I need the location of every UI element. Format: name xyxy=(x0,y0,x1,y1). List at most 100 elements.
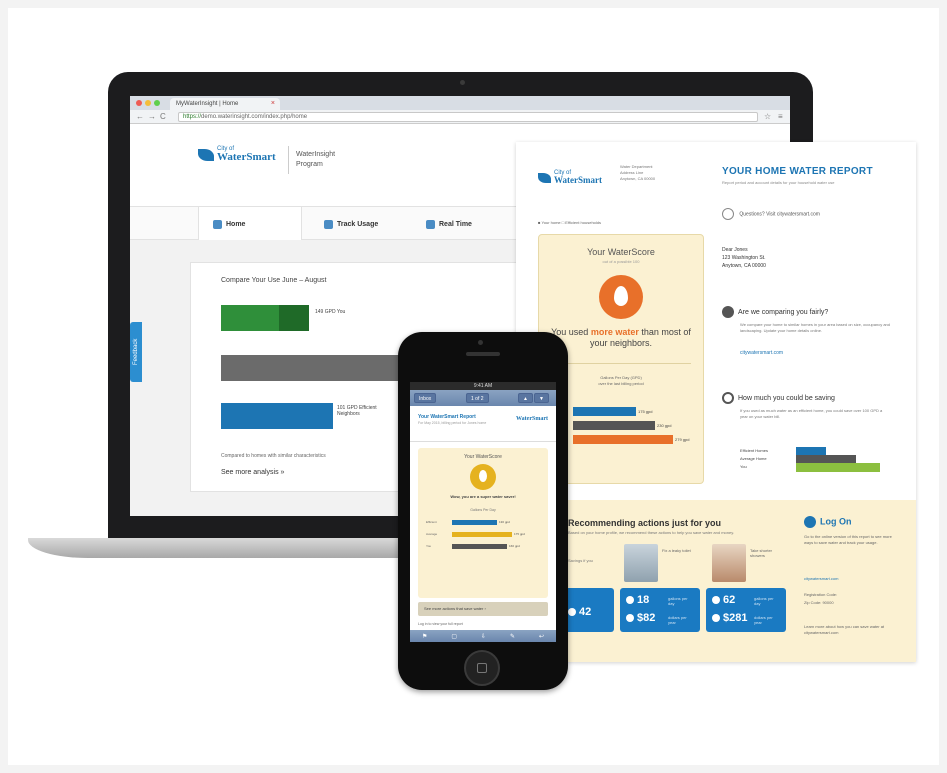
fair-comparison-body: We compare your home to similar homes in… xyxy=(740,322,891,333)
reload-icon[interactable]: C xyxy=(160,112,166,121)
feedback-tab[interactable]: Feedback xyxy=(130,322,142,382)
home-button[interactable] xyxy=(464,650,500,686)
recommendations-subtitle: Based on your home profile, we recommend… xyxy=(568,530,735,535)
see-more-link[interactable]: See more analysis » xyxy=(221,469,284,476)
water-drop-icon xyxy=(614,286,628,306)
registration-code: Zip Code: 90000 xyxy=(804,600,834,605)
waterscore-message-emphasis: more water xyxy=(590,327,639,337)
email-bar-value: 130 gpd xyxy=(499,520,510,524)
email-bar xyxy=(452,532,512,537)
minimize-window-icon[interactable] xyxy=(145,100,151,106)
login-link: citywatersmart.com xyxy=(804,576,839,581)
email-header: Your WaterSmart Report For May 2015, bil… xyxy=(410,406,556,442)
email-bar xyxy=(452,520,497,525)
logo-brand-text: WaterSmart xyxy=(217,151,276,163)
tile-dollars: $281 xyxy=(712,612,747,624)
nav-home[interactable]: Home xyxy=(198,207,302,241)
previous-message-button[interactable]: ▲ xyxy=(518,393,533,403)
water-drop-logo-icon xyxy=(198,148,214,161)
forward-icon[interactable]: → xyxy=(148,112,156,121)
registration-label: Registration Code: xyxy=(804,592,838,597)
url-scheme: https:// xyxy=(183,114,202,120)
savings-bar-label: Average Home xyxy=(740,456,767,461)
email-title: Your WaterSmart Report xyxy=(418,414,476,420)
close-window-icon[interactable] xyxy=(136,100,142,106)
report-title: YOUR HOME WATER REPORT xyxy=(722,166,873,177)
message-counter: 1 of 2 xyxy=(466,393,489,403)
nav-track-usage-label: Track Usage xyxy=(337,220,379,228)
water-drop-logo-icon xyxy=(538,172,551,183)
action-caption: Take shorter showers xyxy=(750,548,773,558)
full-report-link[interactable]: Log in to view your full report xyxy=(418,622,463,626)
water-drop-icon xyxy=(626,596,634,605)
waterscore-subtitle: out of a possible 100 xyxy=(602,259,640,264)
next-message-button[interactable]: ▼ xyxy=(534,393,549,403)
email-bar-label: Average xyxy=(426,532,438,536)
browser-tab[interactable]: MyWaterInsight | Home × xyxy=(170,98,280,110)
email-bar xyxy=(452,544,507,549)
gallons-bar xyxy=(573,407,636,416)
back-icon[interactable]: ← xyxy=(136,112,144,121)
usage-bar-you-label: 149 GPD You xyxy=(315,309,346,315)
savings-body: If you used as much water as an efficien… xyxy=(740,408,883,419)
folder-icon[interactable]: ▢ xyxy=(451,633,457,640)
report-legend: ■ Your home □ Efficient households xyxy=(538,220,602,225)
compared-note: Compared to homes with similar character… xyxy=(221,453,326,459)
divider xyxy=(553,363,691,364)
url-path: /index.php/home xyxy=(262,114,308,120)
bar-chart-icon xyxy=(324,219,333,229)
site-logo[interactable]: City of WaterSmart xyxy=(198,146,276,163)
compose-icon[interactable]: ✎ xyxy=(510,633,515,640)
browser-toolbar: ← → C https://demo.waterinsight.com/inde… xyxy=(130,110,790,124)
real-time-chart-icon xyxy=(426,219,435,229)
maximize-window-icon[interactable] xyxy=(154,100,160,106)
program-name: WaterInsight Program xyxy=(296,151,336,168)
inbox-back-button[interactable]: Inbox xyxy=(414,393,437,403)
customer-address-line: Dear Jones xyxy=(722,247,748,253)
fair-comparison-heading: Are we comparing you fairly? xyxy=(722,306,828,318)
bookmark-star-icon[interactable]: ☆ xyxy=(764,112,771,121)
usage-bar-efficient xyxy=(221,403,333,429)
login-footer: Learn more about how you can save water … xyxy=(804,624,885,635)
archive-icon[interactable]: ⇩ xyxy=(481,633,486,640)
report-subtitle: Report period and account details for yo… xyxy=(722,180,835,185)
close-tab-icon[interactable]: × xyxy=(271,100,275,107)
fair-comparison-title: Are we comparing you fairly? xyxy=(738,308,829,316)
action-caption: Fix a leaky toilet xyxy=(662,548,691,553)
log-on-icon xyxy=(804,516,816,528)
see-more-actions-button[interactable]: See more actions that save water › xyxy=(418,602,548,616)
nav-real-time-label: Real Time xyxy=(439,220,472,228)
browser-menu-icon[interactable]: ≡ xyxy=(778,112,783,121)
savings-tile[interactable]: 18 gallons per day $82 dollars per year xyxy=(620,588,700,632)
recommendations-panel: Recommending actions just for you Based … xyxy=(516,500,916,662)
nav-home-label: Home xyxy=(226,220,246,228)
tile-dollars-caption: dollars per year xyxy=(754,615,773,625)
savings-tile[interactable]: 62 gallons per day $281 dollars per year xyxy=(706,588,786,632)
header-divider xyxy=(288,146,289,174)
globe-icon xyxy=(722,208,734,220)
fair-comparison-link: citywatersmart.com xyxy=(740,350,784,356)
flag-icon[interactable]: ⚑ xyxy=(422,633,427,640)
home-icon xyxy=(213,219,222,229)
savings-tile[interactable]: 42 xyxy=(562,588,614,632)
water-drop-icon xyxy=(479,470,487,482)
gallons-bar xyxy=(573,421,655,430)
gallons-bar-value: 279 gpd xyxy=(675,437,690,442)
nav-track-usage[interactable]: Track Usage xyxy=(310,207,392,241)
report-contact-label: Questions? Visit xyxy=(739,211,776,218)
savings-bar-you xyxy=(796,463,880,472)
usage-bar-you-detail xyxy=(279,305,309,331)
nav-real-time[interactable]: Real Time xyxy=(412,207,486,241)
water-drop-icon xyxy=(712,596,720,605)
dollar-icon xyxy=(712,614,720,623)
compare-title: Compare Your Use June – August xyxy=(221,277,327,284)
usage-bar-efficient-label: 101 GPD Efficient Neighbors xyxy=(337,405,377,417)
browser-tab-title: MyWaterInsight | Home xyxy=(176,101,239,107)
smartphone: 9:41 AM Inbox 1 of 2 ▲ ▼ Your WaterSmart… xyxy=(398,332,568,690)
email-waterscore-card: Your WaterScore Wow, you are a super wat… xyxy=(418,448,548,598)
address-bar[interactable]: https://demo.waterinsight.com/index.php/… xyxy=(178,112,758,122)
reply-icon[interactable]: ↩ xyxy=(539,633,544,640)
waterscore-title: Your WaterScore xyxy=(587,247,655,257)
window-controls[interactable] xyxy=(136,100,160,106)
savings-title: How much you could be saving xyxy=(738,394,835,402)
